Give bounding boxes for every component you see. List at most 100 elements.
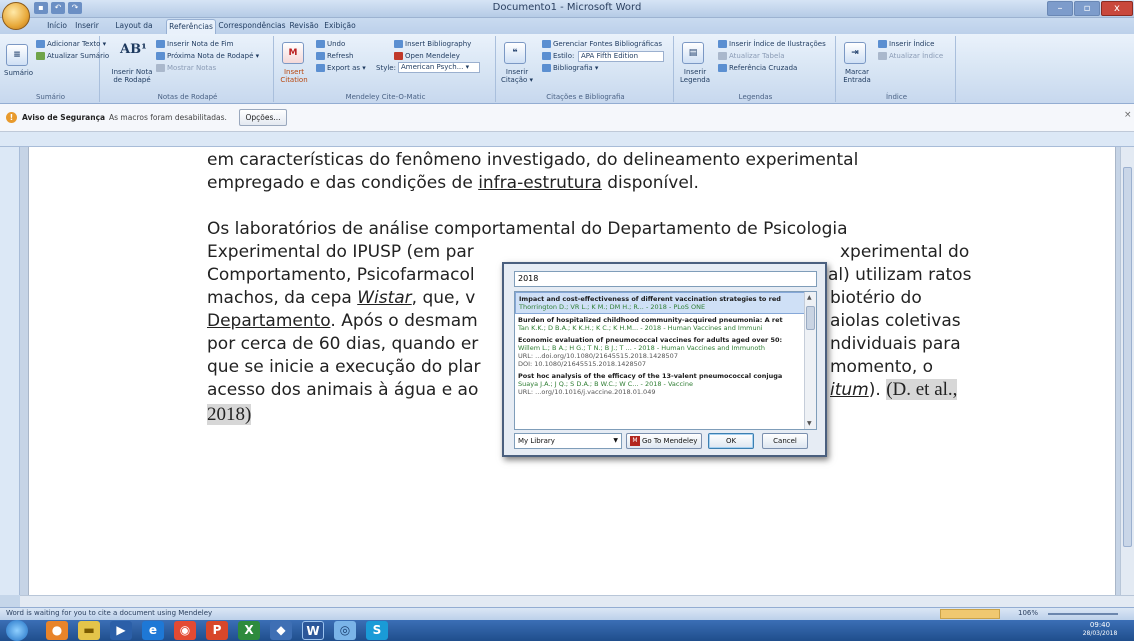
start-button[interactable] <box>6 620 28 641</box>
caption-icon[interactable]: ▤ <box>682 42 704 64</box>
group-label: Citações e Bibliografia <box>546 93 625 101</box>
go-to-mendeley-button[interactable]: M Go To Mendeley <box>626 433 702 449</box>
tab-revisao[interactable]: Revisão <box>288 19 320 34</box>
tab-inserir[interactable]: Inserir <box>72 19 102 34</box>
insert-citation-button[interactable]: Insert Citation <box>278 68 310 84</box>
scroll-down-icon[interactable]: ▼ <box>807 420 814 427</box>
insert-caption-button[interactable]: Inserir Legenda <box>678 68 712 84</box>
save-icon[interactable]: ▪ <box>34 2 48 14</box>
doc-line: empregado e das condições de infra-estru… <box>207 173 699 193</box>
refresh-button[interactable]: Refresh <box>316 52 353 60</box>
tab-inicio[interactable]: Início <box>44 19 70 34</box>
folder-icon[interactable]: ▬ <box>78 621 100 640</box>
minimize-button[interactable]: – <box>1047 1 1073 16</box>
media-player-icon[interactable]: ▶ <box>110 621 132 640</box>
undo-button[interactable]: Undo <box>316 40 345 48</box>
group-label: Sumário <box>35 93 66 101</box>
view-buttons[interactable] <box>940 609 1000 619</box>
tab-referencias[interactable]: Referências <box>166 19 216 34</box>
horizontal-scrollbar[interactable] <box>20 595 1134 607</box>
chrome-icon[interactable]: ◉ <box>174 621 196 640</box>
list-item[interactable]: Economic evaluation of pneumococcal vacc… <box>515 334 816 370</box>
skype-icon[interactable]: S <box>366 621 388 640</box>
style-label: Style: <box>376 64 396 72</box>
library-dropdown[interactable]: My Library ▼ <box>514 433 622 449</box>
next-footnote-button[interactable]: Próxima Nota de Rodapé ▾ <box>156 52 259 60</box>
list-item[interactable]: Burden of hospitalized childhood communi… <box>515 314 816 334</box>
doc-line-fragment: ndividuais para <box>830 334 961 354</box>
clock-time[interactable]: 09:40 <box>1070 621 1130 629</box>
list-item[interactable]: Post hoc analysis of the efficacy of the… <box>515 370 816 398</box>
horizontal-ruler[interactable] <box>0 132 1134 147</box>
search-results-list[interactable]: Impact and cost-effectiveness of differe… <box>514 291 817 430</box>
citation-search-input[interactable]: 2018 <box>514 271 817 287</box>
scroll-thumb[interactable] <box>1123 167 1132 547</box>
export-button[interactable]: Export as ▾ <box>316 64 366 72</box>
manage-sources-button[interactable]: Gerenciar Fontes Bibliográficas <box>542 40 662 48</box>
tab-exibicao[interactable]: Exibição <box>322 19 358 34</box>
inserir-citacao-button[interactable]: Inserir Citação ▾ <box>500 68 534 84</box>
update-table-button[interactable]: Atualizar Tabela <box>718 52 784 60</box>
doc-line: acesso dos animais à água e ao <box>207 380 479 400</box>
office-button[interactable] <box>2 2 30 30</box>
redo-icon[interactable]: ↷ <box>68 2 82 14</box>
options-button[interactable]: Opções... <box>239 109 287 126</box>
scroll-thumb[interactable] <box>806 306 815 330</box>
citation-field-continued[interactable]: 2018) <box>207 404 252 425</box>
wistar-word: Wistar <box>357 288 412 308</box>
cross-reference-button[interactable]: Referência Cruzada <box>718 64 797 72</box>
insert-endnote-button[interactable]: Inserir Nota de Fim <box>156 40 233 48</box>
add-text-icon <box>36 40 45 48</box>
footnote-icon[interactable]: AB¹ <box>120 42 147 57</box>
cancel-button[interactable]: Cancel <box>762 433 808 449</box>
clock-date[interactable]: 28/03/2018 <box>1070 630 1130 637</box>
mark-entry-button[interactable]: Marcar Entrada <box>840 68 874 84</box>
warning-icon: ! <box>6 112 17 123</box>
toc-icon[interactable]: ≡ <box>6 44 28 66</box>
list-item[interactable]: Impact and cost-effectiveness of differe… <box>515 292 816 314</box>
ok-button[interactable]: OK <box>708 433 754 449</box>
insert-bibliography-button[interactable]: Insert Bibliography <box>394 40 471 48</box>
scroll-up-icon[interactable]: ▲ <box>807 294 814 301</box>
undo-icon <box>316 40 325 48</box>
doc-line-fragment: al) utilizam ratos <box>828 265 972 285</box>
bibliography-button[interactable]: Bibliografia ▾ <box>542 64 598 72</box>
citation-style-dropdown[interactable]: APA Fifth Edition <box>578 51 664 62</box>
vertical-scrollbar[interactable] <box>1120 147 1134 595</box>
undo-icon[interactable]: ↶ <box>51 2 65 14</box>
app-icon[interactable]: ◆ <box>270 621 292 640</box>
app-icon-2[interactable]: ◎ <box>334 621 356 640</box>
zoom-level[interactable]: 106% <box>1018 609 1038 617</box>
mendeley-insert-citation-icon[interactable]: M <box>282 42 304 64</box>
powerpoint-icon[interactable]: P <box>206 621 228 640</box>
sumario-button[interactable]: Sumário <box>4 69 33 77</box>
update-toc-button[interactable]: Atualizar Sumário <box>36 52 109 60</box>
citation-field[interactable]: (D. et al., <box>886 379 958 400</box>
zoom-slider[interactable] <box>1048 613 1118 615</box>
internet-explorer-icon[interactable]: e <box>142 621 164 640</box>
close-button[interactable]: x <box>1101 1 1133 16</box>
word-icon[interactable]: W <box>302 621 324 640</box>
tab-correspondencias[interactable]: Correspondências <box>218 19 286 34</box>
add-text-button[interactable]: Adicionar Texto ▾ <box>36 40 106 48</box>
maximize-button[interactable]: ▫ <box>1074 1 1100 16</box>
insert-footnote-button[interactable]: Inserir Nota de Rodapé <box>110 68 154 84</box>
style-icon <box>542 52 551 60</box>
update-icon <box>36 52 45 60</box>
close-warning-icon[interactable]: × <box>1124 110 1132 120</box>
firefox-icon[interactable]: ● <box>46 621 68 640</box>
insert-index-button[interactable]: Inserir Índice <box>878 40 934 48</box>
vertical-ruler[interactable] <box>0 147 20 595</box>
insert-citation-icon[interactable]: ❝ <box>504 42 526 64</box>
tab-layout[interactable]: Layout da Página <box>104 19 164 44</box>
insert-figures-table-button[interactable]: Inserir Índice de Ilustrações <box>718 40 826 48</box>
ribbon: ≡ Sumário Adicionar Texto ▾ Atualizar Su… <box>0 34 1134 104</box>
excel-icon[interactable]: X <box>238 621 260 640</box>
style-dropdown[interactable]: American Psych... ▾ <box>398 62 480 73</box>
show-notes-button[interactable]: Mostrar Notas <box>156 64 216 72</box>
results-scrollbar[interactable]: ▲ ▼ <box>804 292 816 429</box>
group-citacoes: ❝ Inserir Citação ▾ Gerenciar Fontes Bib… <box>498 36 674 102</box>
update-index-button[interactable]: Atualizar Índice <box>878 52 943 60</box>
open-mendeley-button[interactable]: Open Mendeley <box>394 52 460 60</box>
mark-entry-icon[interactable]: ⇥ <box>844 42 866 64</box>
